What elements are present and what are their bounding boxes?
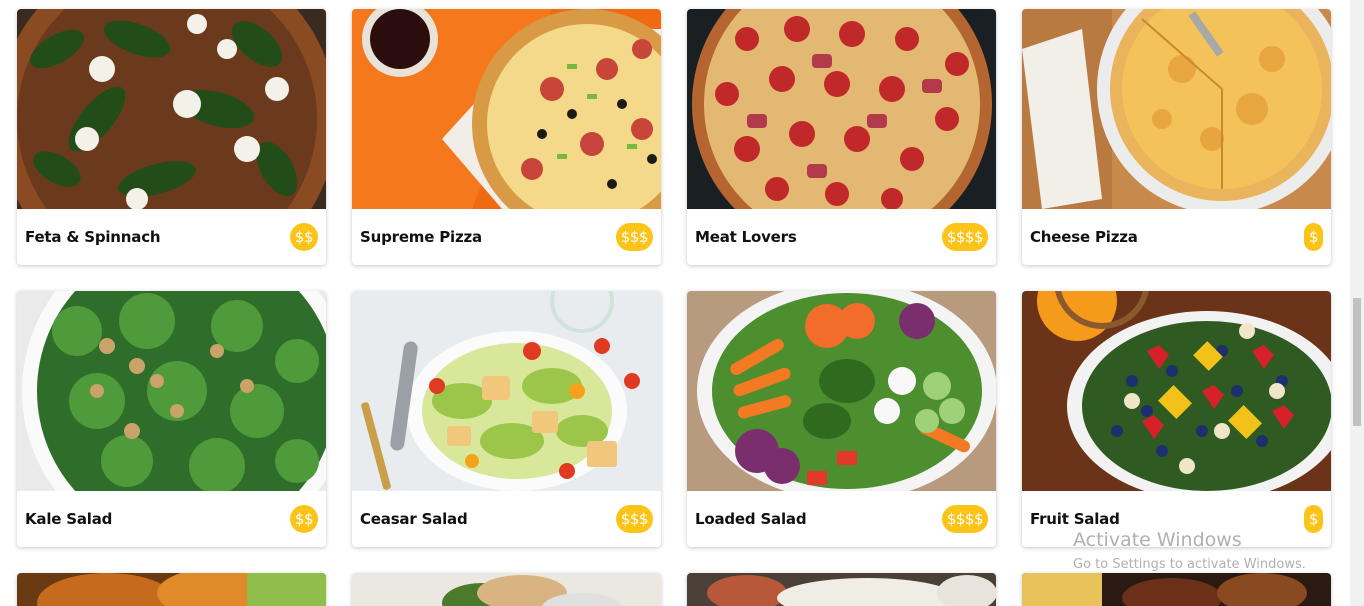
supreme-pizza-photo [352,9,661,209]
loaded-salad-photo [687,291,996,491]
fruit-salad-photo [1022,291,1331,491]
item-name: Ceasar Salad [360,510,468,528]
price-badge: $ [1303,505,1323,533]
menu-card-partial-3[interactable] [687,573,996,606]
menu-item-photo [1022,573,1331,606]
menu-page: Feta & Spinnach $$ Supreme Pizza $$$ Mea… [0,0,1364,606]
card-info: Loaded Salad $$$$ [687,491,996,547]
item-name: Meat Lovers [695,228,797,246]
card-info: Meat Lovers $$$$ [687,209,996,265]
item-name: Kale Salad [25,510,113,528]
item-name: Loaded Salad [695,510,807,528]
cheese-pizza-photo [1022,9,1331,209]
card-info: Feta & Spinnach $$ [17,209,326,265]
card-info: Kale Salad $$ [17,491,326,547]
vertical-scrollbar[interactable] [1350,0,1364,606]
menu-card-loaded-salad[interactable]: Loaded Salad $$$$ [687,291,996,547]
card-info: Supreme Pizza $$$ [352,209,661,265]
menu-card-meat-lovers[interactable]: Meat Lovers $$$$ [687,9,996,265]
price-badge: $$$$ [941,223,988,251]
menu-item-photo [687,573,996,606]
price-badge: $$$ [615,505,653,533]
menu-card-partial-4[interactable] [1022,573,1331,606]
item-name: Feta & Spinnach [25,228,161,246]
menu-card-feta-spinnach[interactable]: Feta & Spinnach $$ [17,9,326,265]
scrollbar-thumb[interactable] [1353,298,1361,426]
card-info: Fruit Salad $ [1022,491,1331,547]
menu-item-photo [17,573,326,606]
price-badge: $$$$ [941,505,988,533]
item-name: Cheese Pizza [1030,228,1138,246]
menu-grid: Feta & Spinnach $$ Supreme Pizza $$$ Mea… [17,9,1333,606]
price-badge: $$ [289,505,318,533]
menu-card-cheese-pizza[interactable]: Cheese Pizza $ [1022,9,1331,265]
kale-salad-photo [17,291,326,491]
menu-card-partial-2[interactable] [352,573,661,606]
item-name: Supreme Pizza [360,228,482,246]
card-info: Cheese Pizza $ [1022,209,1331,265]
price-badge: $$ [289,223,318,251]
price-badge: $ [1303,223,1323,251]
menu-card-fruit-salad[interactable]: Fruit Salad $ [1022,291,1331,547]
menu-card-partial-1[interactable] [17,573,326,606]
menu-card-supreme-pizza[interactable]: Supreme Pizza $$$ [352,9,661,265]
ceasar-salad-photo [352,291,661,491]
item-name: Fruit Salad [1030,510,1120,528]
menu-card-kale-salad[interactable]: Kale Salad $$ [17,291,326,547]
feta-spinnach-photo [17,9,326,209]
meat-lovers-photo [687,9,996,209]
menu-card-ceasar-salad[interactable]: Ceasar Salad $$$ [352,291,661,547]
menu-item-photo [352,573,661,606]
price-badge: $$$ [615,223,653,251]
card-info: Ceasar Salad $$$ [352,491,661,547]
